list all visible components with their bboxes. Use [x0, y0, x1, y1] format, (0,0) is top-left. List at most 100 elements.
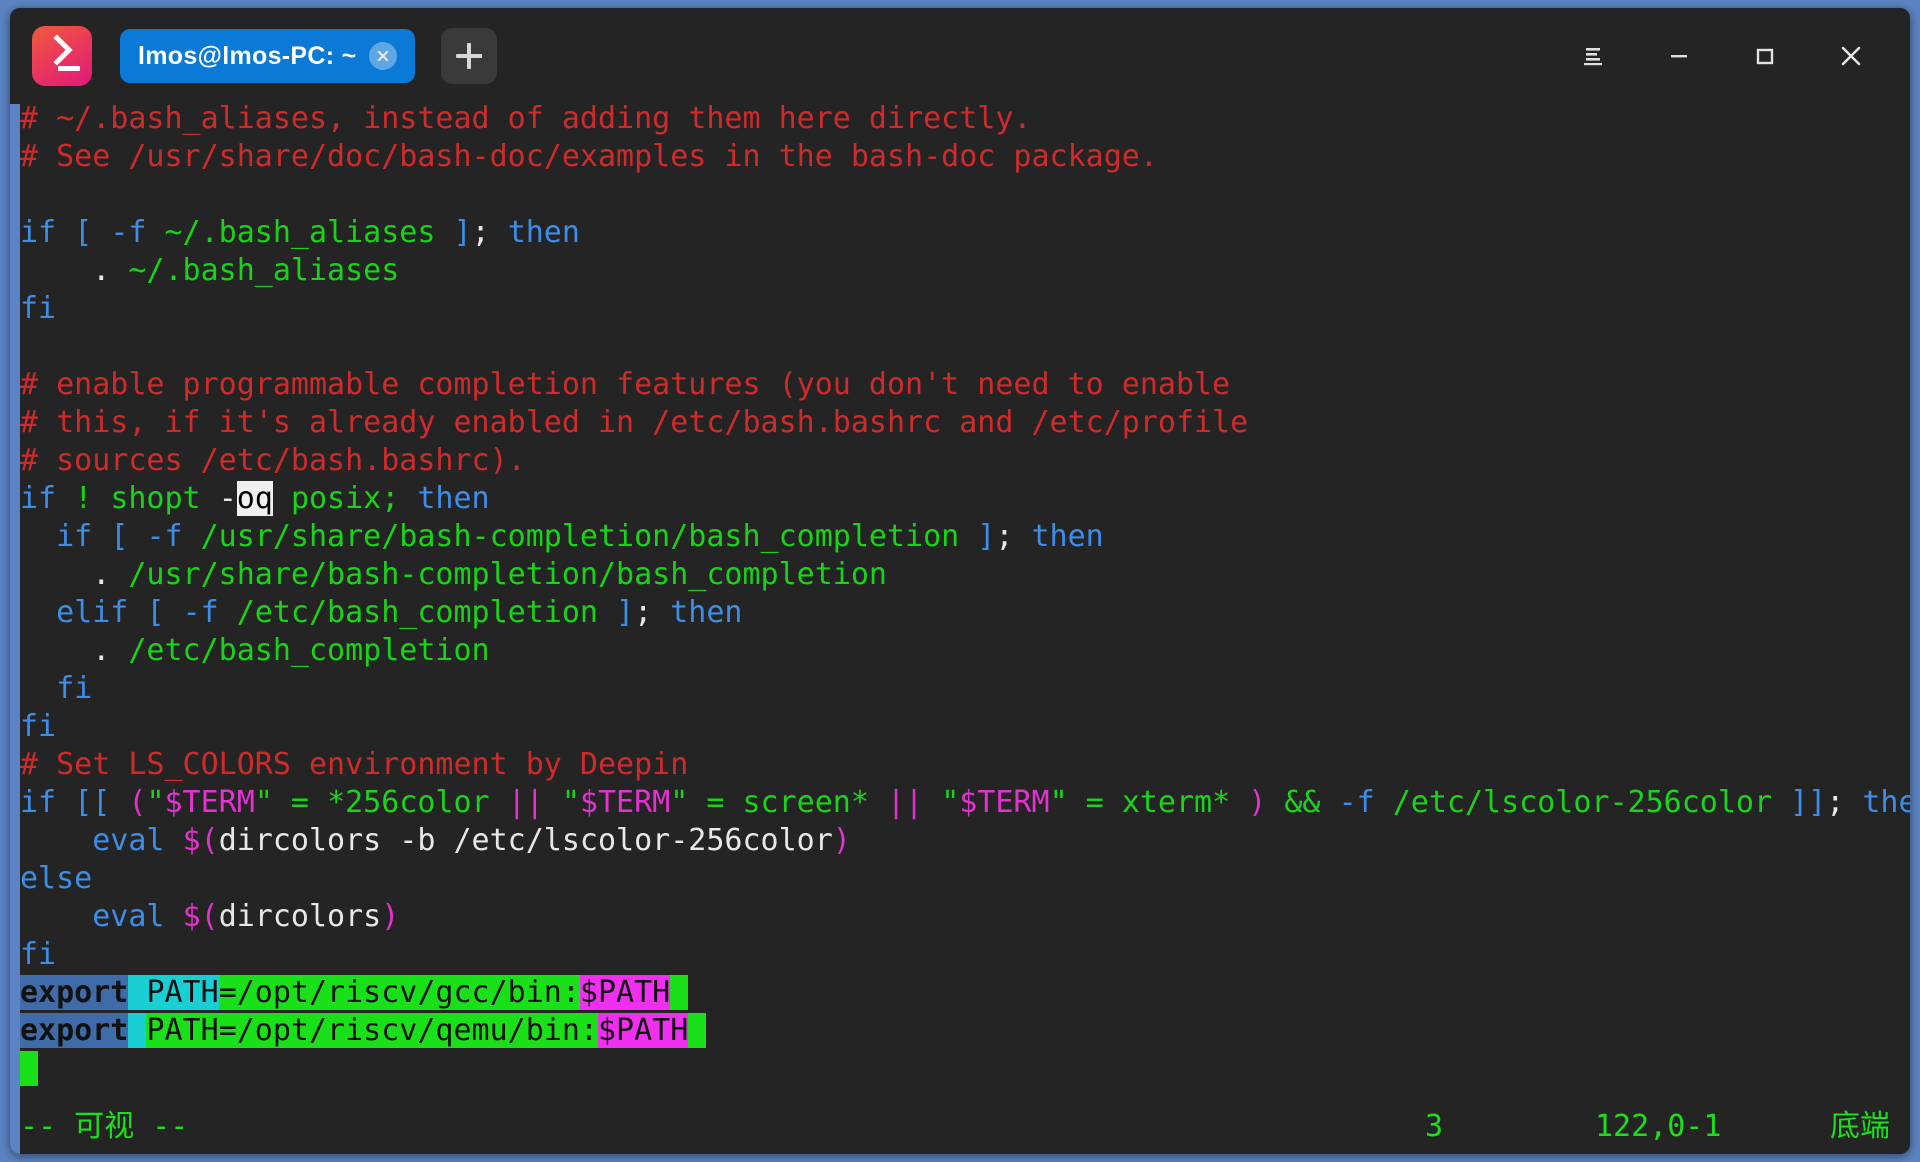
terminal-span: dircolors	[219, 899, 382, 934]
terminal-span: )	[833, 823, 851, 858]
tab-lmos-home[interactable]: lmos@lmos-PC: ~	[120, 29, 415, 83]
vim-status-line: -- 可视 -- 3 122,0-1 底端	[20, 1108, 1910, 1146]
terminal-span: [	[146, 595, 164, 630]
terminal-span	[165, 823, 183, 858]
terminal-span: then	[417, 481, 489, 516]
terminal-line: # enable programmable completion feature…	[20, 366, 1910, 404]
terminal-span	[959, 519, 977, 554]
terminal-span	[128, 1013, 146, 1048]
window-controls	[1550, 20, 1910, 92]
terminal-span: $PATH	[580, 975, 670, 1010]
terminal-span	[1844, 785, 1862, 820]
terminal-line: else	[20, 860, 1910, 898]
terminal-line: . /etc/bash_completion	[20, 632, 1910, 670]
terminal-span: ]]	[1790, 785, 1826, 820]
terminal-span: # this, if it's already enabled in /etc/…	[20, 405, 1248, 440]
terminal-prompt-icon	[32, 26, 92, 86]
terminal-span: -f	[183, 595, 219, 630]
terminal-span: elif	[56, 595, 128, 630]
terminal-span: xterm*	[1122, 785, 1230, 820]
terminal-span: export	[20, 1013, 128, 1048]
terminal-span: ;	[381, 481, 399, 516]
terminal-span: then	[1031, 519, 1103, 554]
terminal-span	[688, 1013, 706, 1048]
terminal-span	[20, 1051, 38, 1086]
maximize-button[interactable]	[1722, 20, 1808, 92]
terminal-span: "	[146, 785, 164, 820]
terminal-span: =	[688, 785, 742, 820]
terminal-span	[110, 253, 128, 288]
terminal-span	[490, 785, 508, 820]
terminal-line: fi	[20, 708, 1910, 746]
terminal-line: fi	[20, 936, 1910, 974]
terminal-span: ]	[616, 595, 634, 630]
terminal-span: ]	[977, 519, 995, 554]
close-button[interactable]	[1808, 20, 1894, 92]
terminal-line: fi	[20, 290, 1910, 328]
terminal-line: elif [ -f /etc/bash_completion ]; then	[20, 594, 1910, 632]
terminal-span	[1772, 785, 1790, 820]
terminal-span	[20, 899, 92, 934]
terminal-span: ||	[508, 785, 544, 820]
terminal-span: if	[20, 785, 56, 820]
terminal-span: fi	[20, 937, 56, 972]
terminal-span: "	[1050, 785, 1068, 820]
terminal-span	[128, 975, 146, 1010]
terminal-screen[interactable]: # ~/.bash_aliases, instead of adding the…	[20, 104, 1910, 1154]
terminal-span: /etc/bash_completion	[237, 595, 598, 630]
terminal-span	[1013, 519, 1031, 554]
underscore-icon	[58, 66, 80, 71]
terminal-span	[1375, 785, 1393, 820]
terminal-line	[20, 1050, 1910, 1088]
terminal-line	[20, 328, 1910, 366]
terminal-span	[128, 595, 146, 630]
terminal-span: ||	[887, 785, 923, 820]
terminal-span	[183, 519, 201, 554]
terminal-span	[20, 671, 56, 706]
terminal-span	[165, 595, 183, 630]
menu-button[interactable]	[1550, 20, 1636, 92]
terminal-span: shopt	[110, 481, 200, 516]
terminal-line: . /usr/share/bash-completion/bash_comple…	[20, 556, 1910, 594]
terminal-span: *256color	[327, 785, 490, 820]
terminal-span	[92, 481, 110, 516]
terminal-span: /usr/share/bash-completion/bash_completi…	[201, 519, 960, 554]
terminal-span: "	[562, 785, 580, 820]
terminal-span	[1230, 785, 1248, 820]
terminal-line: eval $(dircolors)	[20, 898, 1910, 936]
terminal-span: &&	[1284, 785, 1320, 820]
terminal-span	[56, 481, 74, 516]
terminal-span: # See /usr/share/doc/bash-doc/examples i…	[20, 139, 1158, 174]
tab-close-icon[interactable]	[369, 42, 397, 70]
terminal-span: $TERM	[580, 785, 670, 820]
terminal-span: else	[20, 861, 92, 896]
terminal-span	[399, 481, 417, 516]
terminal-content[interactable]: # ~/.bash_aliases, instead of adding the…	[10, 104, 1910, 1154]
terminal-span: -f	[110, 215, 146, 250]
tab-strip: lmos@lmos-PC: ~	[120, 28, 497, 84]
terminal-span: if	[20, 215, 56, 250]
terminal-span: $TERM	[165, 785, 255, 820]
terminal-span	[165, 899, 183, 934]
new-tab-button[interactable]	[441, 28, 497, 84]
terminal-line: eval $(dircolors -b /etc/lscolor-256colo…	[20, 822, 1910, 860]
terminal-line: # this, if it's already enabled in /etc/…	[20, 404, 1910, 442]
terminal-span: if	[56, 519, 92, 554]
minimize-button[interactable]	[1636, 20, 1722, 92]
terminal-span: =/opt/riscv/qemu/bin:	[219, 1013, 598, 1048]
terminal-span	[128, 519, 146, 554]
terminal-span: # Set LS_COLORS environment by Deepin	[20, 747, 688, 782]
terminal-span: fi	[20, 291, 56, 326]
terminal-span: posix	[291, 481, 381, 516]
terminal-span	[869, 785, 887, 820]
terminal-span	[20, 823, 92, 858]
terminal-span	[219, 595, 237, 630]
terminal-span: PATH	[146, 1013, 218, 1048]
terminal-span: =/opt/riscv/gcc/bin:	[219, 975, 580, 1010]
terminal-span	[670, 975, 688, 1010]
terminal-span: .	[92, 557, 110, 592]
terminal-span: (	[201, 899, 219, 934]
terminal-span: ;	[472, 215, 490, 250]
terminal-span: $	[183, 823, 201, 858]
terminal-span: (	[201, 823, 219, 858]
